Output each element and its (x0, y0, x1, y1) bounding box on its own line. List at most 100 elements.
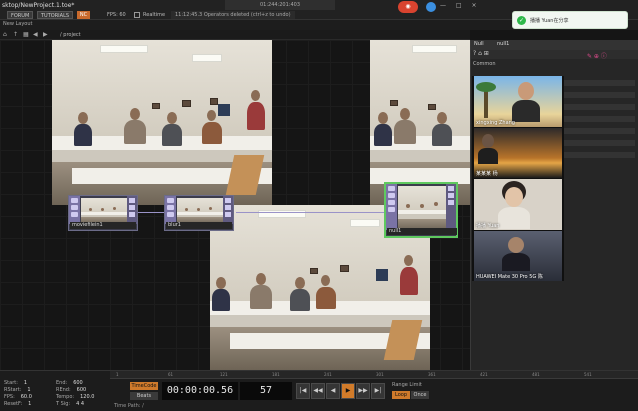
tsig-value[interactable]: 4 4 (76, 401, 84, 407)
loop-button[interactable]: Loop (392, 391, 410, 399)
panel-header: Null null1 (471, 40, 638, 50)
node-null1[interactable]: null1 (384, 182, 458, 238)
layout-tab[interactable]: New Layout (3, 21, 33, 27)
window-controls[interactable]: — □ × (440, 2, 481, 9)
ruler-tick: 241 (324, 372, 332, 377)
back-icon[interactable]: ◀ (33, 31, 38, 38)
resetf-value[interactable]: 1 (28, 401, 31, 407)
tsig-label: T Sig: (56, 401, 71, 407)
play-reverse-button[interactable]: ◀ (326, 383, 340, 399)
start-value[interactable]: 1 (24, 380, 27, 386)
jump-end-button[interactable]: ▶| (371, 383, 385, 399)
operator-name[interactable]: null1 (497, 41, 509, 47)
participant-tile[interactable]: 播播 Yuan (474, 179, 562, 230)
app-badge-icon (426, 2, 436, 12)
fps-readout: FPS: 60 (107, 12, 126, 18)
window-title: sktop/NewProject.1.toe* (2, 2, 75, 9)
ruler-tick: 1 (116, 372, 119, 377)
panel-tool-icons[interactable]: ? ⌂ ⊞ (473, 50, 489, 57)
param-field[interactable] (563, 152, 635, 158)
realtime-checkbox[interactable] (134, 12, 140, 18)
start-label: Start: (4, 380, 18, 386)
rstart-label: RStart: (4, 387, 22, 393)
ruler-tick: 541 (584, 372, 592, 377)
participant-name: HUAWEI Mate 30 Pro 5G 陈 (476, 274, 543, 280)
path-bar: ⌂ ↑ ▦ ◀ ▶ / project (0, 30, 470, 40)
viewer-moviefilein (52, 40, 272, 205)
step-forward-button[interactable]: ▶▶ (356, 383, 370, 399)
range-settings: Start: 1 End: 600 RStart: 1 REnd: 600 FPS: 60… (4, 380, 108, 410)
resetf-label: ResetF: (4, 401, 23, 407)
beats-toggle[interactable]: Beats (130, 392, 158, 400)
ruler-tick: 421 (480, 372, 488, 377)
panel-action-icons[interactable]: ✎ ⊕ ⓘ (587, 51, 607, 60)
fps-label: FPS: (4, 394, 15, 400)
status-message: 11:12:45.3 Operators deleted (ctrl+z to … (171, 11, 295, 19)
frame-display[interactable]: 57 (240, 382, 292, 400)
param-field[interactable] (563, 80, 635, 86)
realtime-label: Realtime (143, 12, 166, 18)
participant-tile[interactable]: xingxing Zhang (474, 76, 562, 127)
check-icon: ✓ (517, 16, 526, 25)
rend-label: REnd: (56, 387, 71, 393)
tutorials-button[interactable]: TUTORIALS (37, 11, 74, 19)
participant-name: xingxing Zhang (476, 120, 515, 126)
share-notification: ✓ 播播 Yuan在分享 (512, 11, 628, 29)
play-button[interactable]: ▶ (341, 383, 355, 399)
step-back-button[interactable]: ◀◀ (311, 383, 325, 399)
end-label: End: (56, 380, 68, 386)
ruler-tick: 121 (220, 372, 228, 377)
range-limit-label: Range Limit (392, 382, 422, 388)
node-thumbnail (177, 198, 223, 224)
timeline-bar: 1 61 121 181 241 301 361 421 481 541 Start: 1 End:… (0, 370, 638, 411)
grid-icon[interactable]: ▦ (23, 31, 29, 38)
param-field[interactable] (563, 128, 635, 134)
app-logo-icon: ◉ (398, 1, 418, 13)
participant-tile[interactable]: HUAWEI Mate 30 Pro 5G 陈 (474, 231, 562, 281)
timecode-toggle[interactable]: TimeCode (130, 382, 158, 390)
node-blur1[interactable]: blur1 (164, 195, 234, 231)
param-field[interactable] (563, 104, 635, 110)
call-banner: 01:244:201:403 (225, 0, 335, 10)
wire-blur-null (236, 212, 384, 213)
tempo-value[interactable]: 120.0 (80, 394, 94, 400)
participant-name: 播播 Yuan (476, 223, 500, 229)
panel-toolbar: ? ⌂ ⊞ ✎ ⊕ ⓘ (471, 50, 638, 60)
ruler-tick: 181 (272, 372, 280, 377)
network-path[interactable]: / project (60, 32, 81, 38)
time-path: Time Path: / (114, 403, 144, 409)
ruler-tick: 61 (168, 372, 174, 377)
participant-tile[interactable]: 某某某 杨 (474, 128, 562, 178)
fps-value[interactable]: 60.0 (21, 394, 32, 400)
rend-value[interactable]: 600 (77, 387, 87, 393)
viewer-blur (370, 40, 470, 205)
version-badge: NC (77, 11, 90, 19)
node-label: blur1 (166, 222, 232, 229)
node-label: null1 (387, 228, 457, 235)
ruler-tick: 301 (376, 372, 384, 377)
home-icon[interactable]: ⌂ (3, 31, 7, 38)
timeline-ruler[interactable]: 1 61 121 181 241 301 361 421 481 541 (110, 371, 638, 379)
node-moviefilein1[interactable]: moviefilein1 (68, 195, 138, 231)
param-field[interactable] (563, 116, 635, 122)
rstart-value[interactable]: 1 (27, 387, 30, 393)
tempo-label: Tempo: (56, 394, 75, 400)
forward-icon[interactable]: ▶ (43, 31, 48, 38)
notification-text: 播播 Yuan在分享 (530, 18, 569, 24)
param-field[interactable] (563, 92, 635, 98)
ruler-tick: 361 (428, 372, 436, 377)
forum-button[interactable]: FORUM (7, 11, 34, 19)
timecode-display[interactable]: 00:00:00.56 (162, 382, 238, 400)
video-call-panel: xingxing Zhang 某某某 杨 播播 Yuan HUAWEI Mate… (472, 76, 564, 281)
up-icon[interactable]: ↑ (13, 31, 18, 38)
once-button[interactable]: Once (411, 391, 429, 399)
rewind-start-button[interactable]: |◀ (296, 383, 310, 399)
node-label: moviefilein1 (70, 222, 136, 229)
operator-type: Null (474, 41, 484, 47)
common-section: Common (473, 61, 496, 67)
wire-moviefile-blur (138, 212, 164, 213)
end-value[interactable]: 600 (73, 380, 83, 386)
network-editor[interactable]: moviefilein1 blur1 null1 (0, 40, 470, 370)
param-field[interactable] (563, 140, 635, 146)
ruler-tick: 481 (532, 372, 540, 377)
